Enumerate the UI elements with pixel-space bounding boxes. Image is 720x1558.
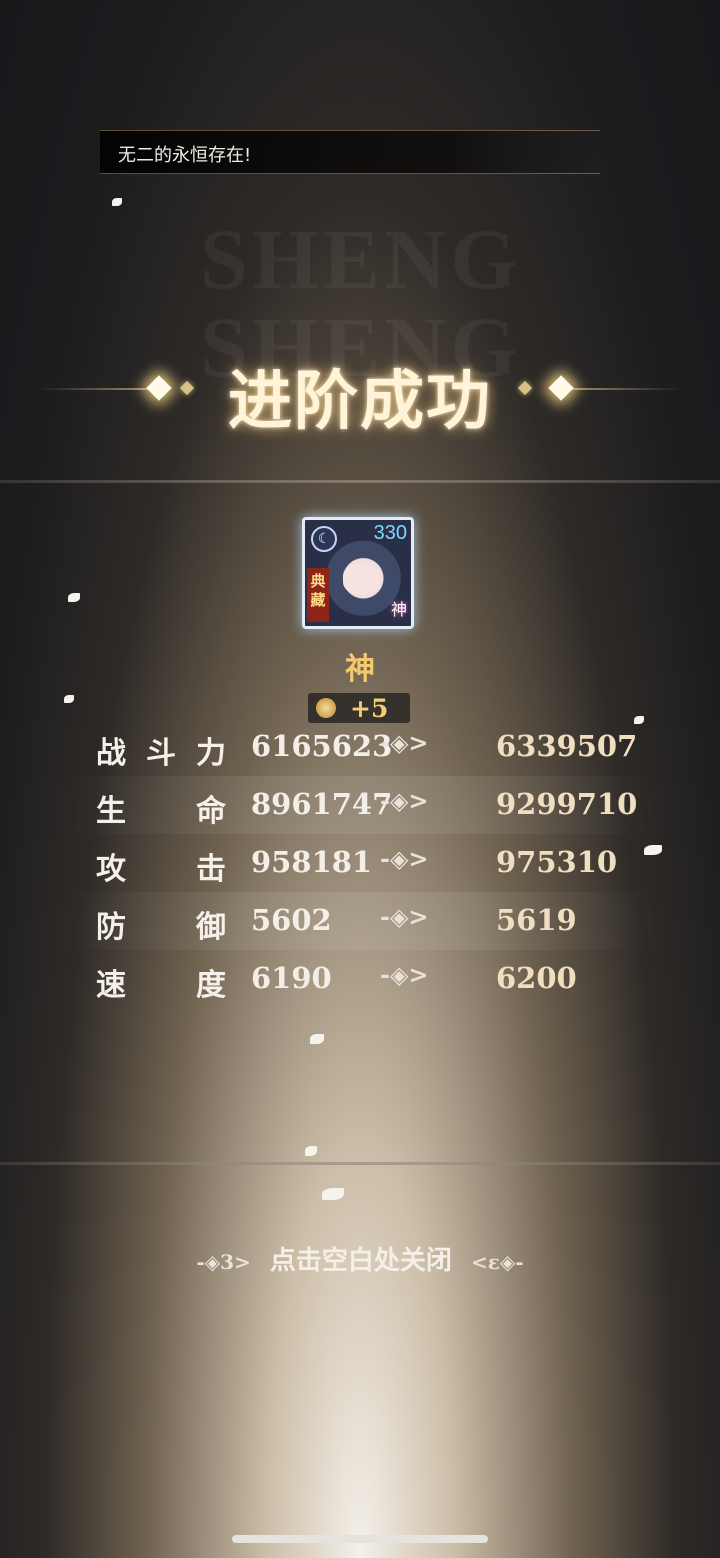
petal-icon: [64, 695, 74, 703]
petal-icon: [634, 716, 644, 724]
stat-label-char: 速: [96, 968, 126, 1003]
top-divider: [0, 480, 720, 483]
right-ornament-icon: <ε◈-: [470, 1250, 524, 1274]
bottom-divider: [0, 1162, 720, 1165]
close-hint-text: 点击空白处关闭: [269, 1246, 452, 1276]
stat-label-char: 度: [196, 968, 226, 1003]
stat-label-char: 击: [196, 852, 226, 887]
stat-label: 攻 击: [96, 844, 226, 888]
arrow-icon: -◈>: [380, 902, 429, 931]
hero-level: 330: [373, 522, 407, 544]
stat-before: 6190: [251, 961, 332, 995]
left-diamond-icon: [146, 375, 172, 401]
stat-row-speed: 速 度 6190 -◈> 6200: [60, 950, 660, 1008]
title-text: 进阶成功: [228, 364, 492, 439]
hero-face: [343, 564, 379, 594]
stat-label-char: 斗: [146, 736, 176, 771]
stat-label-char: 防: [96, 910, 126, 945]
arrow-icon: -◈>: [380, 844, 429, 873]
stat-after: 975310: [496, 845, 618, 879]
stat-label-char: 命: [196, 794, 226, 829]
stats-table: 战 斗 力 6165623 -◈> 6339507 生 命 8961747 -◈…: [60, 718, 660, 1008]
stat-label-char: 力: [196, 736, 226, 771]
stat-row-power: 战 斗 力 6165623 -◈> 6339507: [60, 718, 660, 776]
stat-row-attack: 攻 击 958181 -◈> 975310: [60, 834, 660, 892]
coin-icon: [316, 698, 336, 718]
stat-row-defense: 防 御 5602 -◈> 5619: [60, 892, 660, 950]
petal-icon: [305, 1146, 317, 1156]
arrow-icon: -◈>: [380, 786, 429, 815]
message-banner: 无二的永恒存在!: [100, 130, 600, 174]
petal-icon: [310, 1034, 324, 1044]
stat-label: 防 御: [96, 902, 226, 946]
petal-icon: [68, 593, 80, 602]
stat-label-char: 战: [96, 736, 126, 771]
petal-icon: [644, 845, 662, 855]
stat-label-char: 御: [196, 910, 226, 945]
title-banner: 进阶成功: [0, 280, 720, 480]
left-ornament-icon: -◈3>: [196, 1250, 251, 1274]
stat-label: 生 命: [96, 786, 226, 830]
stat-after: 5619: [496, 903, 577, 937]
stat-row-hp: 生 命 8961747 -◈> 9299710: [60, 776, 660, 834]
hero-tier-badge: 神: [390, 600, 407, 619]
hero-tag: 典藏: [307, 568, 329, 622]
stat-label: 速 度: [96, 960, 226, 1004]
arrow-icon: -◈>: [380, 728, 429, 757]
stat-label-char: 攻: [96, 852, 126, 887]
stat-before: 8961747: [251, 787, 393, 821]
stat-before: 5602: [251, 903, 332, 937]
stat-label: 战 斗 力: [96, 728, 226, 772]
stat-after: 6339507: [496, 729, 638, 763]
close-hint-button[interactable]: -◈3> 点击空白处关闭 <ε◈-: [0, 1240, 720, 1277]
stat-label-char: 生: [96, 794, 126, 829]
stat-before: 958181: [251, 845, 373, 879]
moon-icon: ☾: [311, 526, 337, 552]
rank-label: 神: [345, 652, 375, 687]
stat-after: 6200: [496, 961, 577, 995]
arrow-icon: -◈>: [380, 960, 429, 989]
stat-before: 6165623: [251, 729, 393, 763]
home-indicator[interactable]: [232, 1535, 488, 1543]
hero-portrait[interactable]: ☾ 330 典藏 神: [302, 517, 414, 629]
petal-icon: [322, 1188, 344, 1200]
right-small-diamond-icon: [517, 380, 533, 396]
left-small-diamond-icon: [179, 380, 195, 396]
stat-after: 9299710: [496, 787, 638, 821]
message-text: 无二的永恒存在!: [118, 145, 252, 166]
petal-icon: [112, 198, 122, 206]
right-diamond-icon: [548, 375, 574, 401]
